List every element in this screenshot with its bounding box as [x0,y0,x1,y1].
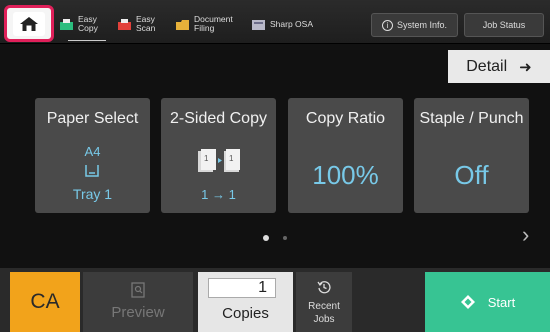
preview-label: Preview [111,304,165,321]
staple-punch-card[interactable]: Staple / Punch Off [414,98,529,213]
tab-sharp-osa-label: Sharp OSA [270,18,313,29]
home-button[interactable] [4,5,54,42]
recent-jobs-label-line1: Recent [308,301,340,312]
paper-size-value: A4 [84,144,101,159]
page-indicator [263,235,301,241]
paper-select-title: Paper Select [46,110,139,127]
detail-label: Detail [466,57,508,75]
two-sided-mode-value: 1 → 1 [201,187,236,202]
copy-ratio-value: 100% [312,160,379,190]
job-status-button[interactable]: Job Status [464,13,544,37]
tab-document-filing[interactable]: Document Filing [176,9,242,39]
mode-tabs: Easy Copy Easy Scan Document Filing Shar… [60,9,323,41]
job-status-label: Job Status [482,20,526,30]
scan-icon [118,18,131,30]
copy-icon [60,18,73,30]
copy-screen: Easy Copy Easy Scan Document Filing Shar… [0,0,550,332]
page-dot[interactable] [283,236,287,240]
page-dot-active[interactable] [263,235,269,241]
home-icon [13,11,45,36]
staple-punch-value: Off [454,160,489,190]
tab-sharp-osa[interactable]: Sharp OSA [252,9,313,39]
copies-panel[interactable]: 1 Copies [198,272,293,332]
svg-text:1: 1 [229,154,234,163]
detail-button[interactable]: Detail ➜ [448,50,550,83]
tab-document-filing-label: Document Filing [194,14,233,33]
start-button[interactable]: Start [425,272,550,332]
info-icon: i [381,19,393,31]
history-icon [317,281,331,294]
paper-tray-value: Tray 1 [72,186,113,202]
system-info-label: System Info. [396,20,448,30]
copies-input[interactable]: 1 [208,278,276,298]
copy-ratio-card[interactable]: Copy Ratio 100% [288,98,403,213]
system-info-button[interactable]: i System Info. [371,13,458,37]
arrow-right-icon: ➜ [519,58,532,76]
recent-jobs-label-line2: Jobs [313,314,335,325]
copy-ratio-title: Copy Ratio [305,110,386,127]
top-bar: Easy Copy Easy Scan Document Filing Shar… [0,0,550,44]
tray-icon [85,165,99,177]
two-sided-copy-title: 2-Sided Copy [170,110,267,127]
preview-button[interactable]: Preview [83,272,193,332]
tab-easy-copy-label: Easy Copy [78,14,98,33]
folder-icon [176,19,189,30]
paper-select-card[interactable]: Paper Select A4 Tray 1 [35,98,150,213]
copies-label: Copies [222,305,269,322]
tab-easy-scan[interactable]: Easy Scan [118,9,166,39]
start-icon [460,295,475,309]
tab-easy-copy[interactable]: Easy Copy [60,9,108,41]
chevron-right-icon[interactable]: › [522,222,529,248]
start-label: Start [487,294,516,310]
two-sided-copy-card[interactable]: 2-Sided Copy 1 1 1 → 1 [161,98,276,213]
staple-punch-title: Staple / Punch [419,110,524,127]
duplex-icon: 1 1 [198,149,240,172]
recent-jobs-button[interactable]: Recent Jobs [296,272,352,332]
preview-icon [131,282,145,298]
osa-icon [252,19,265,30]
clear-all-button[interactable]: CA [10,272,80,332]
recent-jobs-label: Recent Jobs [296,300,352,326]
svg-text:1: 1 [204,154,209,163]
clear-all-label: CA [30,290,60,313]
tab-easy-scan-label: Easy Scan [136,14,156,33]
